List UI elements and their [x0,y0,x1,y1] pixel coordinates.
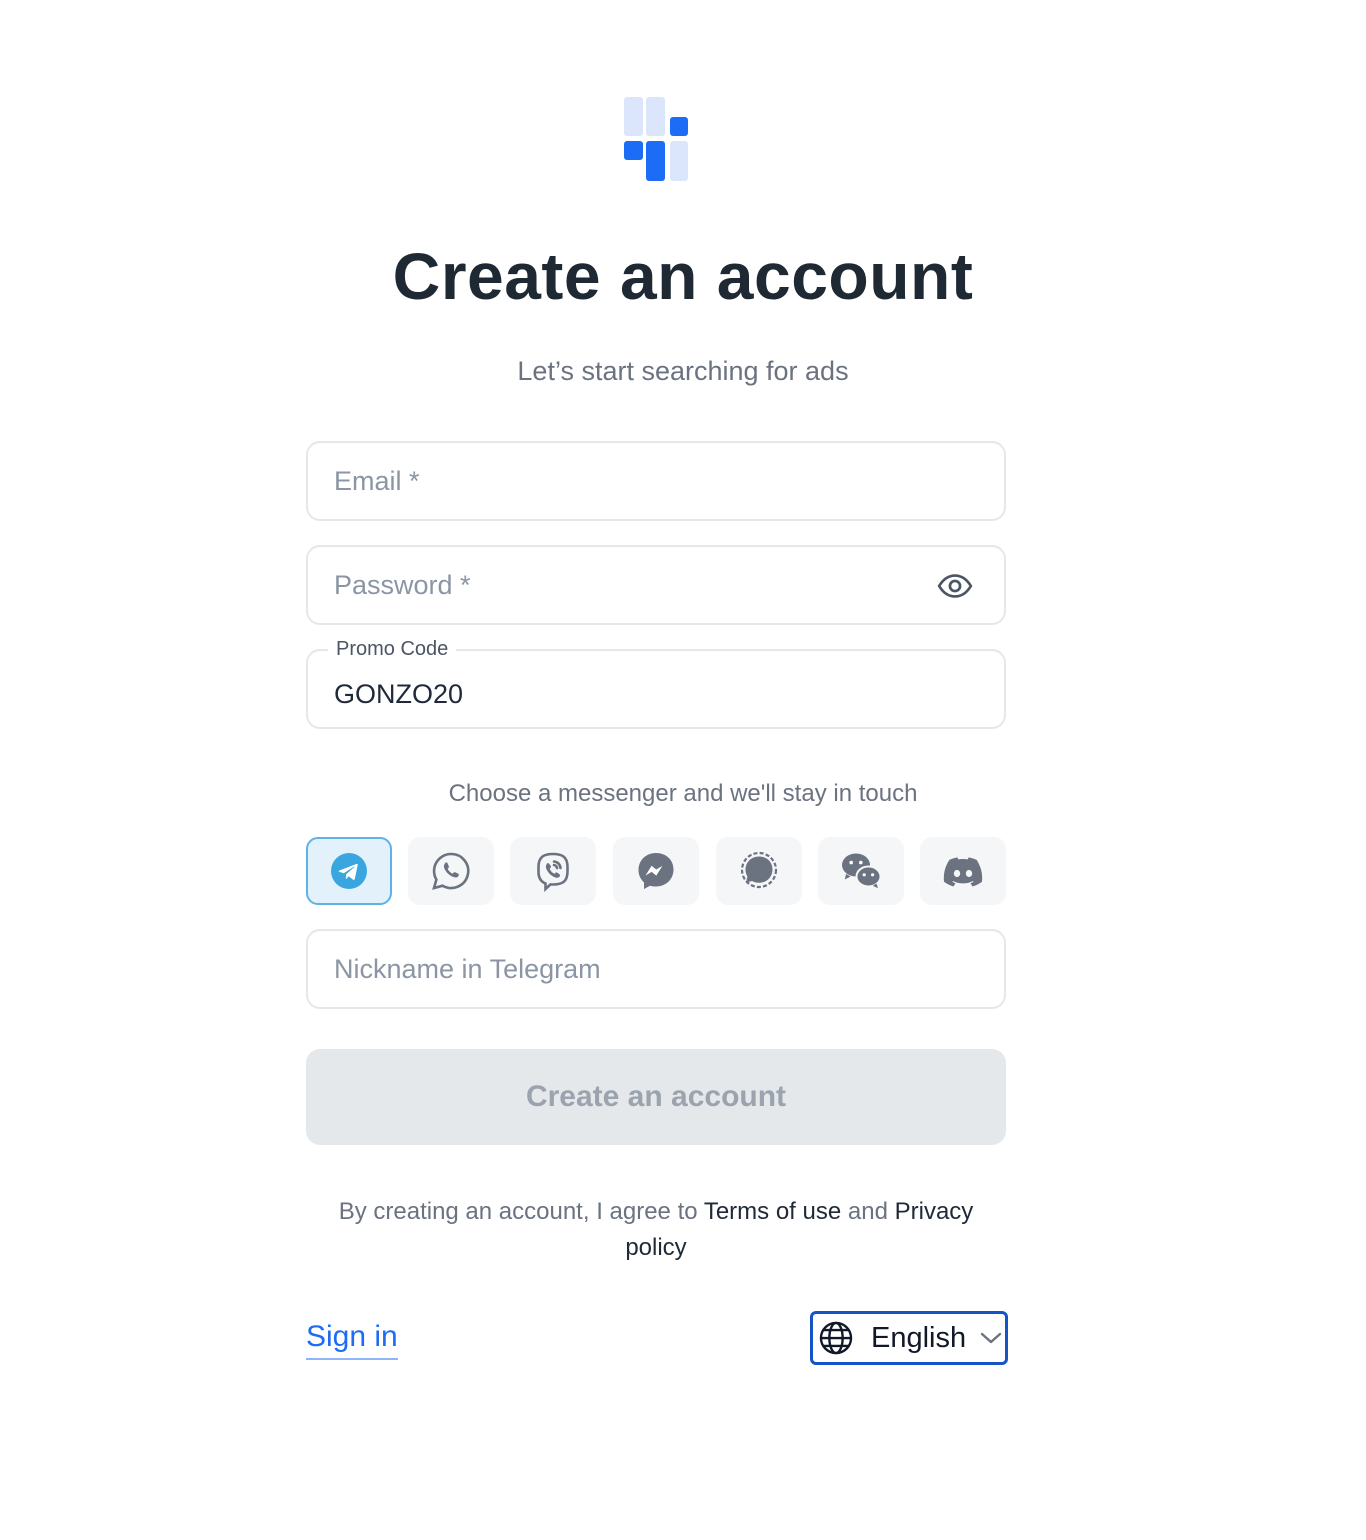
logo-block [646,97,665,136]
legal-joiner: and [841,1198,895,1225]
promo-label: Promo Code [328,637,457,661]
sign-in-link[interactable]: Sign in [306,1320,398,1360]
eye-icon[interactable] [936,567,974,605]
brand-logo [624,97,688,181]
promo-field-container: Promo Code [306,637,1006,729]
viber-icon [537,852,569,892]
messenger-option-whatsapp[interactable] [408,837,494,905]
legal-prefix: By creating an account, I agree to [338,1198,704,1225]
email-field-container [306,441,1006,521]
language-selector[interactable]: English [810,1311,1008,1365]
create-account-button[interactable]: Create an account [306,1049,1006,1145]
discord-icon [943,857,983,887]
messenger-option-messenger[interactable] [613,837,699,905]
globe-icon [819,1321,853,1355]
legal-notice: By creating an account, I agree to Terms… [306,1194,1006,1266]
messenger-option-telegram[interactable] [306,837,392,905]
messenger-option-discord[interactable] [920,837,1006,905]
terms-of-use-link[interactable]: Terms of use [704,1198,841,1225]
messenger-picker [306,837,1006,905]
password-field-container [306,545,1006,625]
nickname-field-container [306,929,1006,1009]
password-field[interactable] [334,547,914,623]
logo-block [624,141,643,160]
logo-block [646,141,665,181]
language-selected: English [871,1321,967,1354]
promo-code-field[interactable] [334,661,914,727]
email-field[interactable] [334,443,914,519]
messenger-option-wechat[interactable] [818,837,904,905]
page-title: Create an account [392,239,974,313]
logo-block [670,117,688,136]
nickname-field[interactable] [334,931,914,1007]
messenger-prompt: Choose a messenger and we'll stay in tou… [448,780,918,807]
messenger-option-signal[interactable] [716,837,802,905]
messenger-option-viber[interactable] [510,837,596,905]
messenger-icon [638,853,674,889]
telegram-icon [331,853,367,889]
wechat-icon [842,853,882,889]
chevron-down-icon [980,1332,1002,1344]
whatsapp-icon [432,852,470,890]
signal-icon [740,851,778,889]
page-subtitle: Let’s start searching for ads [517,356,849,386]
logo-block [624,97,643,136]
logo-block [670,141,688,181]
